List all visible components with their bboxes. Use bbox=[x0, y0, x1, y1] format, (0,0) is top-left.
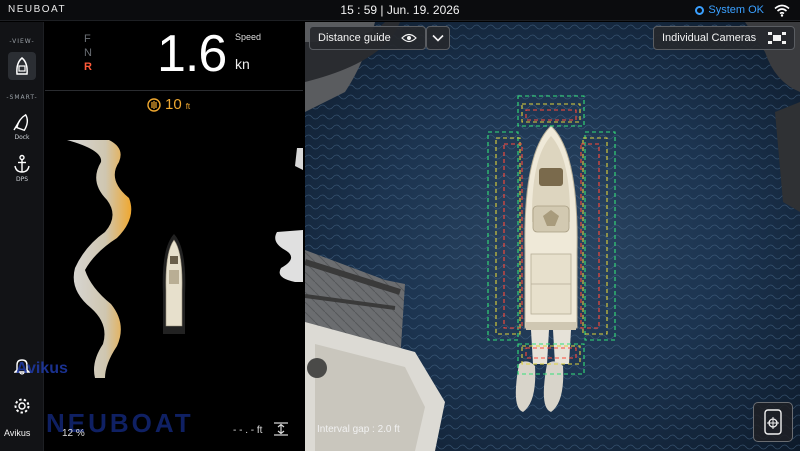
system-status-label: System OK bbox=[708, 4, 764, 16]
depth-readout: 10 ft bbox=[147, 96, 190, 113]
wifi-icon bbox=[774, 4, 790, 17]
depth-unit: ft bbox=[185, 102, 191, 111]
sonar-map bbox=[67, 140, 303, 378]
gear-neutral: N bbox=[84, 47, 92, 59]
watermark-avikus: Avikus bbox=[16, 360, 68, 377]
settings-button[interactable] bbox=[8, 392, 36, 420]
dock-button[interactable] bbox=[8, 108, 36, 136]
interval-gap-label: Interval gap : 2.0 ft bbox=[317, 424, 400, 435]
distance-guide-toggle[interactable]: Distance guide bbox=[309, 26, 426, 50]
locate-icon bbox=[764, 409, 782, 435]
individual-cameras-label: Individual Cameras bbox=[662, 32, 757, 44]
view-boat-button[interactable] bbox=[8, 52, 36, 80]
top-bar: NEUBOAT 15 : 59 | Jun. 19. 2026 System O… bbox=[0, 0, 800, 21]
distance-guide-dropdown[interactable] bbox=[426, 26, 450, 50]
depth-value: 10 bbox=[165, 96, 182, 113]
locate-boat-button[interactable] bbox=[753, 402, 793, 442]
gear-icon bbox=[14, 398, 30, 414]
dock-icon bbox=[13, 113, 29, 132]
battery-level: 12 % bbox=[62, 428, 85, 439]
dps-button[interactable] bbox=[8, 150, 36, 178]
bottom-distance: - - . - ft bbox=[233, 425, 263, 436]
chevron-down-icon bbox=[432, 34, 444, 42]
individual-cameras-button[interactable]: Individual Cameras bbox=[653, 26, 795, 50]
view-boat-icon bbox=[16, 57, 28, 75]
gear-forward: F bbox=[84, 33, 91, 45]
nav-section-view: -VIEW- bbox=[9, 38, 35, 45]
speed-value: 1.6 bbox=[157, 25, 227, 83]
sonar-contour-left bbox=[67, 140, 132, 378]
dock-label: Dock bbox=[14, 134, 30, 141]
avikus-label: Avikus bbox=[4, 428, 31, 438]
speed-label: Speed bbox=[235, 32, 262, 42]
side-nav: -VIEW- -SMART- Dock DPS bbox=[0, 22, 44, 451]
info-panel: F N R 1.6 Speed kn 10 ft - - . - ft bbox=[45, 22, 303, 451]
clock-date: 15 : 59 | Jun. 19. 2026 bbox=[340, 3, 460, 17]
status-icon bbox=[695, 5, 705, 15]
depth-icon bbox=[147, 97, 161, 112]
camera-grid-icon bbox=[768, 32, 786, 44]
panel-divider bbox=[45, 90, 303, 91]
eye-icon bbox=[400, 33, 417, 43]
camera-view[interactable]: Distance guide Individual Cameras Interv… bbox=[305, 22, 800, 451]
anchor-icon bbox=[14, 154, 30, 173]
bottom-icon bbox=[274, 422, 288, 436]
dps-label: DPS bbox=[15, 176, 29, 183]
gear-reverse: R bbox=[84, 61, 92, 73]
gear-indicator: F N R bbox=[84, 32, 92, 74]
distance-guide-label: Distance guide bbox=[318, 32, 391, 44]
system-status[interactable]: System OK bbox=[695, 4, 764, 16]
nav-section-smart: -SMART- bbox=[6, 94, 38, 101]
camera-feed bbox=[305, 22, 800, 451]
boat-icon bbox=[162, 234, 186, 334]
sonar-contour-right bbox=[275, 230, 303, 282]
sonar-contour-right-top bbox=[295, 148, 303, 170]
speed-unit: kn bbox=[235, 56, 250, 72]
